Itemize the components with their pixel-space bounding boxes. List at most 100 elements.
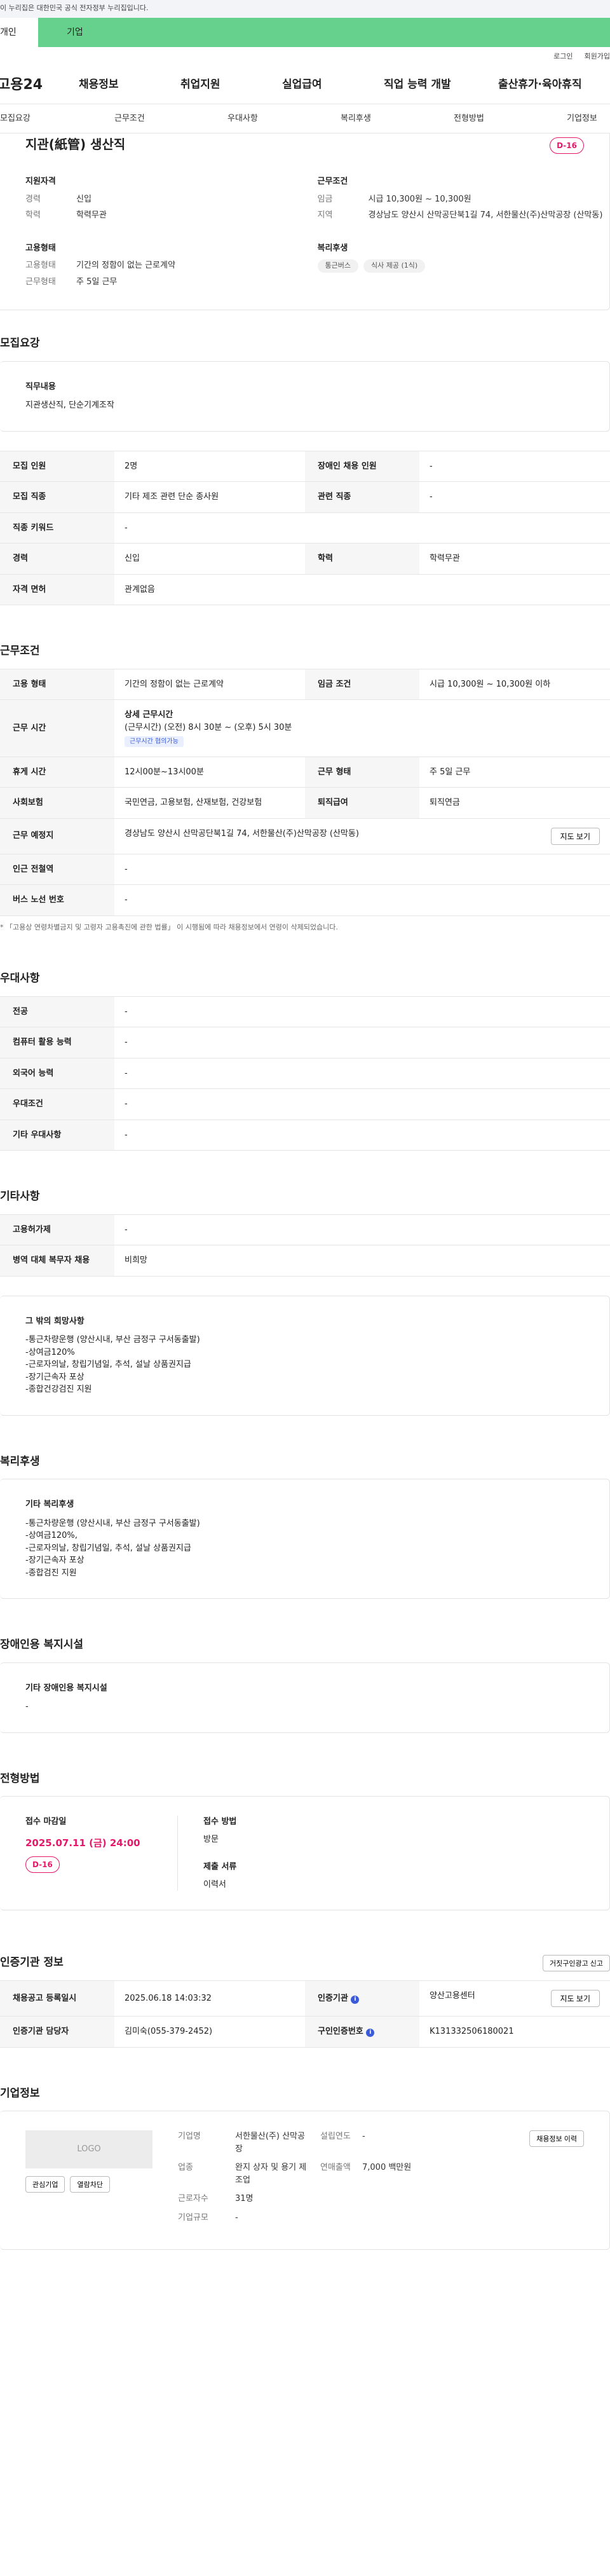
size-value: - [235,2212,238,2223]
company-heading: 기업정보 [0,2086,40,2100]
cell-value: - [114,853,610,885]
area-key: 지역 [317,210,333,220]
block-button[interactable]: 열람차단 [70,2176,110,2193]
company-logo: LOGO [25,2130,152,2168]
deadline-value: 2025.07.11 (금) 24:00 [25,1837,140,1849]
condition-heading: 근무조건 [0,645,40,657]
duty-text: 지관생산직, 단순기계조작 [25,401,114,410]
map-button[interactable]: 지도 보기 [550,827,600,845]
recruit-table: 모집 인원 2명 장애인 채용 인원 - 모집 직종 기타 제조 관련 단순 종사원 관련… [0,450,610,606]
cell-key: 인근 전철역 [0,853,114,885]
table-row: 근무 예정지 지도 보기 경상남도 양산시 산막공단북1길 74, 서한물산(주)산… [0,818,610,854]
cell-value: K131332506180021 [419,2016,610,2048]
table-row: 채용공고 등록일시 2025.06.18 14:03:32 인증기관 i 양산고용센터… [0,1980,610,2017]
nav-unemployment-benefit[interactable]: 실업급여 [282,77,384,93]
list-item: -종합검진 지원 [25,1568,77,1578]
list-item: -통근차량운행 (양산시내, 부산 금정구 구서동출발) [25,1335,200,1345]
cell-key: 관련 직종 [305,481,419,513]
segment-personal[interactable]: 개인 [0,25,38,39]
cell-key: 컴퓨터 활용 능력 [0,1027,114,1058]
edu-key: 학력 [25,210,41,220]
cell-value: 시급 10,300원 ~ 10,300원 이하 [419,668,610,700]
cell-key: 경력 [0,543,114,575]
info-icon[interactable]: i [351,1995,360,2004]
tab-prefer[interactable]: 우대사항 [227,113,341,125]
cell-key: 사회보험 [0,787,114,819]
nav-employment-support[interactable]: 취업지원 [180,77,282,93]
tab-recruit[interactable]: 모집요강 [0,113,114,125]
place-value: 경상남도 양산시 산막공단북1길 74, 서한물산(주)산막공장 (산막동) [125,828,359,839]
nav-jobs[interactable]: 채용정보 [79,77,180,93]
summary-card: 지관(紙管) 생산직 D-16 지원자격 경력 신입 학력 학력무관 근무조건 임금… [0,134,610,310]
tab-welfare[interactable]: 복리후생 [341,113,454,125]
cell-key: 퇴직급여 [305,787,419,819]
cell-value: - [114,1119,610,1151]
tab-company[interactable]: 기업정보 [567,113,597,125]
nav-parental-leave[interactable]: 출산휴가·육아휴직 [498,77,582,93]
cell-key: 근무 시간 [0,699,114,757]
table-row: 휴게 시간 12시00분~13시00분 근무 형태 주 5일 근무 [0,756,610,788]
cell-value: - [114,512,610,544]
time-text: (근무시간) (오전) 8시 30분 ~ (오후) 5시 30분 [125,722,292,732]
tab-selection[interactable]: 전형방법 [454,113,567,125]
footer-spacer [0,2250,610,2269]
agency-map-button[interactable]: 지도 보기 [550,1990,600,2007]
cell-key: 휴게 시간 [0,756,114,788]
cell-value: - [114,996,610,1027]
history-button[interactable]: 채용정보 이력 [529,2130,584,2147]
nav-job-training[interactable]: 직업 능력 개발 [384,77,498,93]
cell-value: - [114,1027,610,1058]
site-logo[interactable]: 고용24 [0,74,79,95]
table-row: 컴퓨터 활용 능력 - [0,1027,610,1058]
prefer-heading: 우대사항 [0,972,40,985]
table-row: 경력 신입 학력 학력무관 [0,543,610,575]
apply-qual-label: 지원자격 [25,177,56,186]
list-item: -상여금120%, [25,1531,78,1540]
wage-key: 임금 [317,194,333,204]
dday-badge: D-16 [550,137,584,154]
login-link[interactable]: 로그인 [553,51,573,62]
cell-value: 주 5일 근무 [419,756,610,788]
tab-condition[interactable]: 근무조건 [114,113,227,125]
est-value: - [362,2132,365,2141]
cell-value: - [114,1057,610,1089]
cell-value: 퇴직연금 [419,787,610,819]
cell-value: 비희망 [114,1245,610,1277]
gov-banner-text: 이 누리집은 대한민국 공식 전자정부 누리집입니다. [0,4,149,12]
method-label: 접수 방법 [203,1817,237,1826]
welfare-box-title: 기타 복리후생 [25,1500,74,1509]
join-link[interactable]: 회원가입 [585,51,610,62]
sales-key: 연매출액 [320,2163,351,2172]
prefer-table: 전공 - 컴퓨터 활용 능력 - 외국어 능력 - 우대조건 - 기타 우대사항 - [0,996,610,1151]
cell-value: 12시00분~13시00분 [114,756,305,788]
cell-key: 모집 직종 [0,481,114,513]
cell-value: 기타 제조 관련 단순 종사원 [114,481,305,513]
report-button[interactable]: 거짓구인광고 신고 [542,1955,610,1971]
list-item: -종합건강검진 지원 [25,1385,92,1394]
cname-value: 서한물산(주) 산막공장 [235,2132,305,2154]
table-row: 외국어 능력 - [0,1057,610,1089]
cell-value: - [114,1214,610,1245]
biz-key: 업종 [178,2163,193,2172]
duty-box: 직무내용 지관생산직, 단순기계조작 [0,360,610,432]
cell-value: 상세 근무시간 (근무시간) (오전) 8시 30분 ~ (오후) 5시 30분 근… [114,699,610,757]
cell-key: 근무 예정지 [0,818,114,854]
emp-key: 근로자수 [178,2194,208,2203]
cell-key: 모집 인원 [0,450,114,482]
disabled-box-title: 기타 장애인용 복지시설 [25,1683,107,1693]
cell-key: 구인인증번호 i [305,2016,419,2048]
favorite-button[interactable]: 관심기업 [25,2176,65,2193]
table-row: 병역 대체 복무자 채용 비희망 [0,1245,610,1277]
info-icon[interactable]: i [366,2029,375,2037]
segment-company[interactable]: 기업 [38,18,610,47]
recruit-heading: 모집요강 [0,337,40,350]
list-item: -통근차량운행 (양산시내, 부산 금정구 구서동출발) [25,1518,200,1528]
org-key: 인증기관 [318,1993,348,2003]
hours-key: 근무형태 [25,277,56,287]
cell-key: 인증기관 담당자 [0,2016,114,2048]
cell-key: 고용허가제 [0,1214,114,1245]
time-title: 상세 근무시간 [125,710,173,720]
list-item: -근로자의날, 창립기념일, 추석, 설날 상품권지급 [25,1543,191,1553]
condition-table: 고용 형태 기간의 정함이 없는 근로계약 임금 조건 시급 10,300원 ~ 10… [0,668,610,916]
table-row: 전공 - [0,996,610,1027]
